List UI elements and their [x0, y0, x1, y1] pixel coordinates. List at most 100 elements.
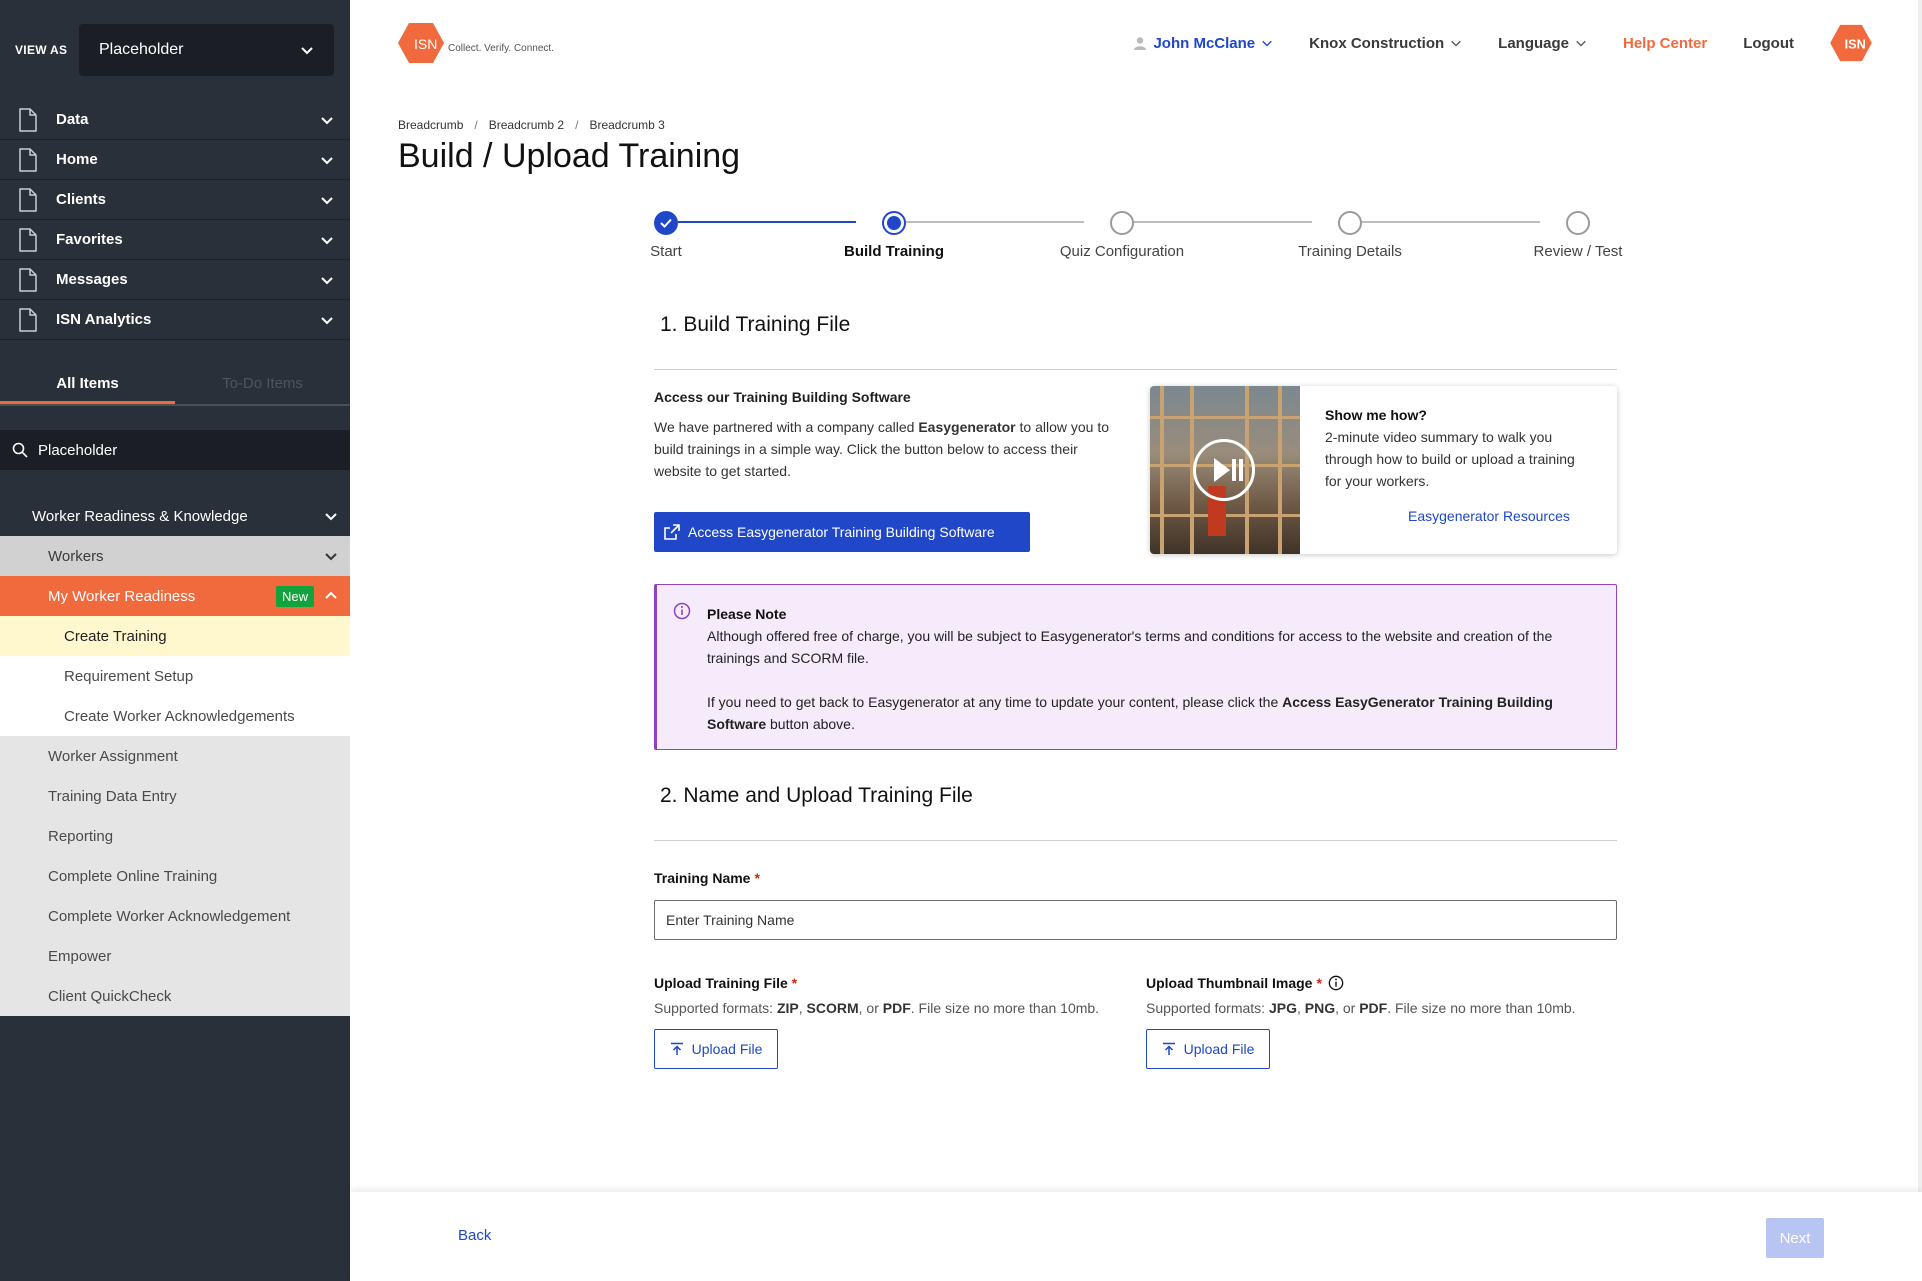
tree-item-label: My Worker Readiness	[48, 587, 196, 605]
video-thumbnail[interactable]	[1150, 386, 1300, 554]
search-icon	[12, 442, 28, 458]
document-icon	[19, 307, 37, 332]
tree-subitem-create-training[interactable]: Create Training	[0, 616, 350, 656]
step-label: Start	[650, 243, 682, 260]
tree-item-worker-assignment[interactable]: Worker Assignment	[0, 736, 350, 776]
isn-logo-mark: ISN	[398, 23, 444, 63]
nav-item-messages[interactable]: Messages	[0, 260, 350, 300]
chevron-down-icon	[321, 236, 333, 244]
language-menu[interactable]: Language	[1498, 35, 1587, 52]
nav-tree: Worker Readiness & Knowledge Workers My …	[0, 496, 350, 1016]
view-as-bar: VIEW AS Placeholder	[0, 0, 350, 100]
nav-item-data[interactable]: Data	[0, 100, 350, 140]
video-description: 2-minute video summary to walk you throu…	[1325, 429, 1575, 489]
step-label: Quiz Configuration	[1059, 243, 1185, 260]
access-easygenerator-button[interactable]: Access Easygenerator Training Building S…	[654, 512, 1030, 552]
tab-all-items[interactable]: All Items	[0, 364, 175, 404]
section-divider	[654, 369, 1617, 370]
breadcrumb-item[interactable]: Breadcrumb	[398, 118, 463, 132]
note-paragraph-2: If you need to get back to Easygenerator…	[707, 694, 1553, 732]
isn-logo[interactable]: ISN Collect. Verify. Connect.	[398, 22, 554, 64]
video-help-card: Show me how? 2-minute video summary to w…	[1150, 386, 1617, 554]
chevron-down-icon	[325, 513, 337, 521]
chevron-down-icon	[321, 116, 333, 124]
company-name: Knox Construction	[1309, 34, 1445, 52]
document-icon	[19, 107, 37, 132]
help-center-link[interactable]: Help Center	[1623, 35, 1707, 52]
step-connector	[1362, 221, 1540, 223]
view-as-label: VIEW AS	[15, 43, 68, 57]
upload-training-file-button[interactable]: Upload File	[654, 1029, 778, 1069]
check-icon	[660, 218, 672, 228]
please-note-callout: Please Note Although offered free of cha…	[654, 584, 1617, 750]
document-icon	[19, 267, 37, 292]
svg-text:ISN: ISN	[414, 36, 437, 52]
chevron-down-icon	[321, 156, 333, 164]
nav-item-clients[interactable]: Clients	[0, 180, 350, 220]
upload-icon	[670, 1042, 683, 1055]
step-connector	[906, 221, 1084, 223]
access-software-title: Access our Training Building Software	[654, 389, 911, 405]
isn-badge: ISN	[1830, 24, 1872, 62]
step-connector	[1134, 221, 1312, 223]
tree-item-complete-online-training[interactable]: Complete Online Training	[0, 856, 350, 896]
step-connector	[678, 221, 856, 223]
tree-group-worker-readiness[interactable]: Worker Readiness & Knowledge	[0, 496, 350, 536]
nav-list: Data Home Clients Favorites Messages ISN…	[0, 100, 350, 340]
top-nav: John McClane Knox Construction Language …	[1097, 24, 1872, 62]
company-menu[interactable]: Knox Construction	[1309, 35, 1462, 52]
required-marker: *	[754, 870, 760, 886]
tree-group-label: Worker Readiness & Knowledge	[32, 507, 248, 525]
tree-item-complete-worker-acknowledgement[interactable]: Complete Worker Acknowledgement	[0, 896, 350, 936]
note-title: Please Note	[707, 606, 787, 622]
logout-link[interactable]: Logout	[1743, 35, 1794, 52]
tree-item-workers[interactable]: Workers	[0, 536, 350, 576]
nav-item-home[interactable]: Home	[0, 140, 350, 180]
sidebar-tabs: All Items To-Do Items	[0, 364, 350, 406]
logo-tagline: Collect. Verify. Connect.	[448, 42, 554, 54]
tree-item-my-worker-readiness[interactable]: My Worker Readiness New	[0, 576, 350, 616]
breadcrumb-item[interactable]: Breadcrumb 3	[589, 118, 664, 132]
view-as-select[interactable]: Placeholder	[79, 24, 334, 76]
section-divider	[654, 840, 1617, 841]
back-button[interactable]: Back	[458, 1227, 491, 1244]
breadcrumb: Breadcrumb / Breadcrumb 2 / Breadcrumb 3	[398, 118, 665, 132]
breadcrumb-item[interactable]: Breadcrumb 2	[489, 118, 564, 132]
tree-item-client-quickcheck[interactable]: Client QuickCheck	[0, 976, 350, 1016]
section-name-upload-title: 2. Name and Upload Training File	[660, 784, 973, 807]
nav-item-label: Home	[56, 151, 98, 168]
tree-subitem-requirement-setup[interactable]: Requirement Setup	[0, 656, 350, 696]
easygenerator-resources-link[interactable]: Easygenerator Resources	[1408, 508, 1570, 524]
scrollbar-track[interactable]	[1918, 0, 1922, 1192]
upload-thumbnail-button[interactable]: Upload File	[1146, 1029, 1270, 1069]
nav-item-label: ISN Analytics	[56, 311, 152, 328]
nav-item-isn-analytics[interactable]: ISN Analytics	[0, 300, 350, 340]
info-icon[interactable]	[1328, 975, 1344, 991]
view-as-value: Placeholder	[99, 41, 184, 58]
nav-item-label: Messages	[56, 271, 128, 288]
play-pause-icon[interactable]	[1193, 439, 1255, 501]
upload-icon	[1162, 1042, 1175, 1055]
training-name-input[interactable]	[654, 900, 1617, 940]
required-marker: *	[791, 975, 798, 991]
upload-training-file-label: Upload Training File *	[654, 975, 798, 991]
search-input[interactable]: Placeholder	[38, 442, 117, 459]
external-link-icon	[664, 524, 680, 540]
tree-subitem-create-worker-acknowledgements[interactable]: Create Worker Acknowledgements	[0, 696, 350, 736]
step-review-test-indicator	[1566, 211, 1590, 235]
step-label: Build Training	[844, 243, 944, 260]
chevron-down-icon	[321, 316, 333, 324]
tree-item-reporting[interactable]: Reporting	[0, 816, 350, 856]
step-quiz-configuration-indicator	[1110, 211, 1134, 235]
next-button[interactable]: Next	[1766, 1218, 1824, 1258]
step-label: Training Details	[1298, 243, 1402, 260]
user-menu[interactable]: John McClane	[1133, 35, 1273, 52]
info-icon	[673, 602, 691, 620]
sidebar-search[interactable]: Placeholder	[0, 430, 350, 470]
nav-item-favorites[interactable]: Favorites	[0, 220, 350, 260]
tree-item-training-data-entry[interactable]: Training Data Entry	[0, 776, 350, 816]
isn-logo-mark: ISN	[1830, 24, 1872, 62]
tree-item-empower[interactable]: Empower	[0, 936, 350, 976]
access-software-description: We have partnered with a company called …	[654, 419, 1110, 479]
tab-todo-items[interactable]: To-Do Items	[175, 364, 350, 404]
